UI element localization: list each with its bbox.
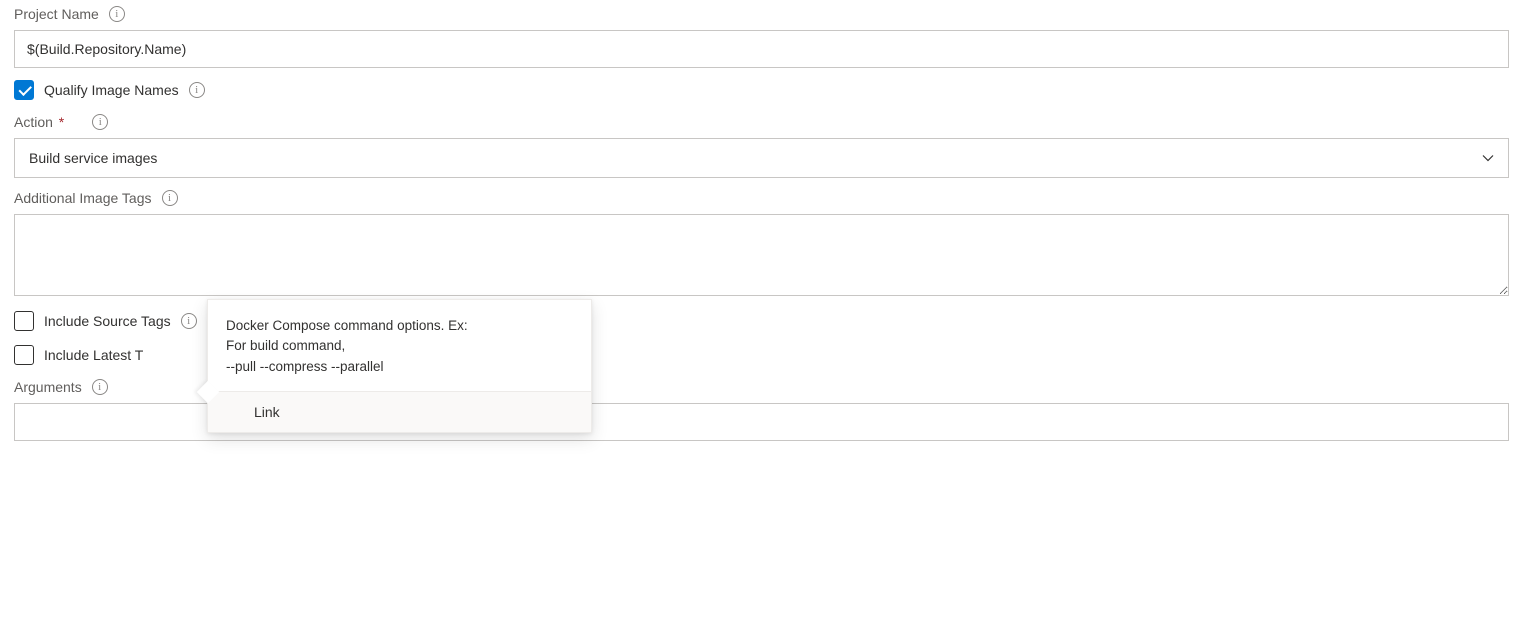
project-name-label: Project Name <box>14 6 99 22</box>
action-field: Action * i Build service images <box>14 114 1509 178</box>
project-name-field: Project Name i <box>14 6 1509 68</box>
include-latest-tag-checkbox[interactable] <box>14 345 34 365</box>
tooltip-line-3: --pull --compress --parallel <box>226 357 573 377</box>
additional-image-tags-textarea[interactable] <box>14 214 1509 296</box>
info-icon[interactable]: i <box>189 82 205 98</box>
action-select-wrap: Build service images <box>14 138 1509 178</box>
qualify-image-names-checkbox[interactable] <box>14 80 34 100</box>
tooltip-line-2: For build command, <box>226 336 573 356</box>
info-icon[interactable]: i <box>92 114 108 130</box>
tooltip-body: Docker Compose command options. Ex: For … <box>208 300 591 391</box>
info-icon[interactable]: i <box>181 313 197 329</box>
tooltip-line-1: Docker Compose command options. Ex: <box>226 316 573 336</box>
arguments-label: Arguments <box>14 379 82 395</box>
info-icon[interactable]: i <box>109 6 125 22</box>
additional-image-tags-label-row: Additional Image Tags i <box>14 190 1509 206</box>
required-indicator: * <box>55 114 64 130</box>
qualify-image-names-label: Qualify Image Names <box>44 82 179 98</box>
arguments-tooltip: Docker Compose command options. Ex: For … <box>207 299 592 433</box>
action-label: Action * <box>14 114 64 130</box>
additional-image-tags-label: Additional Image Tags <box>14 190 152 206</box>
info-icon[interactable]: i <box>162 190 178 206</box>
project-name-input[interactable] <box>14 30 1509 68</box>
action-select[interactable]: Build service images <box>14 138 1509 178</box>
project-name-label-row: Project Name i <box>14 6 1509 22</box>
include-source-tags-label: Include Source Tags <box>44 313 171 329</box>
info-icon[interactable]: i <box>92 379 108 395</box>
include-source-tags-checkbox[interactable] <box>14 311 34 331</box>
include-latest-tag-label: Include Latest T <box>44 347 143 363</box>
action-label-row: Action * i <box>14 114 1509 130</box>
qualify-image-names-row: Qualify Image Names i <box>14 80 1509 100</box>
tooltip-link[interactable]: Link <box>208 391 591 432</box>
arguments-field: Arguments i Docker Compose command optio… <box>14 379 1509 441</box>
additional-image-tags-field: Additional Image Tags i <box>14 190 1509 299</box>
